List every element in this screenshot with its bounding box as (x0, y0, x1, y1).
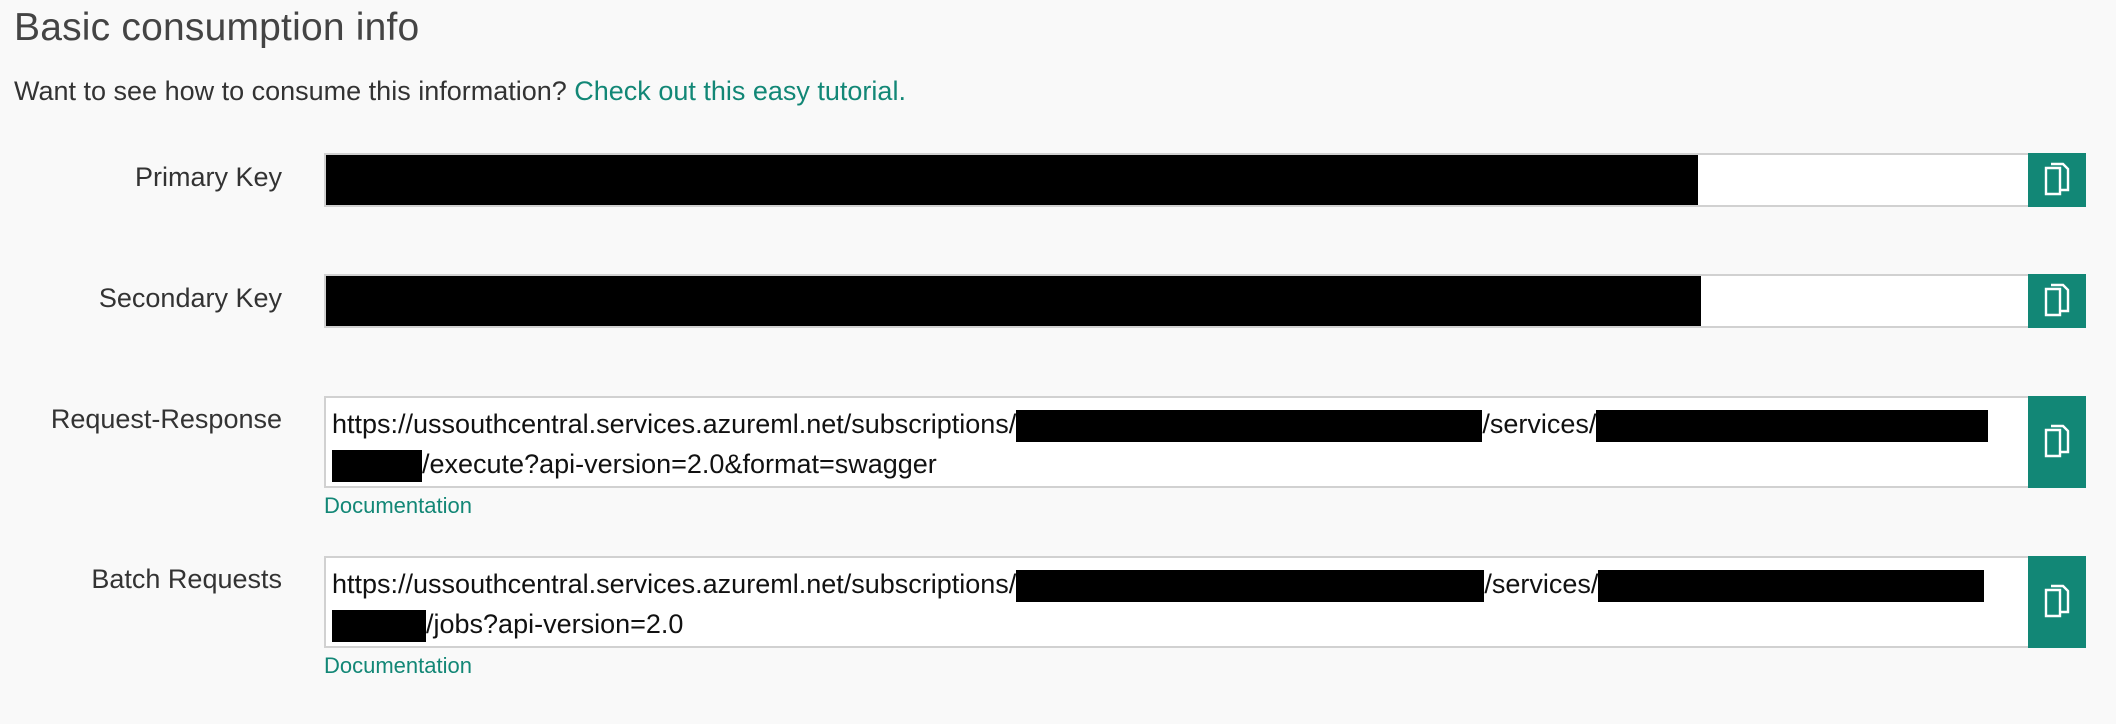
request-response-documentation-link[interactable]: Documentation (324, 493, 472, 519)
redacted-service-id-cont (332, 449, 422, 482)
copy-icon (2044, 283, 2070, 317)
consumption-info-panel: Basic consumption info Want to see how t… (0, 0, 2116, 724)
url-prefix: https://ussouthcentral.services.azureml.… (332, 409, 1017, 439)
batch-requests-label: Batch Requests (91, 564, 282, 594)
page-title: Basic consumption info (14, 6, 420, 49)
request-response-url-field[interactable]: https://ussouthcentral.services.azureml.… (324, 396, 2086, 488)
copy-primary-key-button[interactable] (2028, 153, 2086, 207)
intro-text: Want to see how to consume this informat… (14, 76, 575, 106)
secondary-key-field[interactable] (324, 274, 2086, 328)
copy-secondary-key-button[interactable] (2028, 274, 2086, 328)
batch-requests-url: https://ussouthcentral.services.azureml.… (332, 564, 2024, 644)
batch-requests-url-field[interactable]: https://ussouthcentral.services.azureml.… (324, 556, 2086, 648)
secondary-key-label: Secondary Key (98, 283, 282, 313)
copy-batch-requests-url-button[interactable] (2028, 556, 2086, 648)
copy-icon (2044, 584, 2070, 618)
request-response-label: Request-Response (50, 404, 282, 434)
url-prefix: https://ussouthcentral.services.azureml.… (332, 569, 1017, 599)
redacted-service-id (1596, 409, 1989, 442)
copy-request-response-url-button[interactable] (2028, 396, 2086, 488)
request-response-url: https://ussouthcentral.services.azureml.… (332, 404, 2024, 484)
redacted-subscription-id (1016, 409, 1483, 442)
primary-key-label: Primary Key (134, 162, 282, 192)
redacted-service-id-cont (332, 609, 426, 642)
redacted-service-id (1598, 569, 1985, 602)
url-mid: /services/ (1484, 569, 1599, 599)
url-suffix: /jobs?api-version=2.0 (426, 609, 684, 639)
url-suffix: /execute?api-version=2.0&format=swagger (422, 449, 937, 479)
copy-icon (2044, 424, 2070, 458)
url-mid: /services/ (1482, 409, 1597, 439)
redacted-subscription-id (1016, 569, 1485, 602)
batch-requests-documentation-link[interactable]: Documentation (324, 653, 472, 679)
tutorial-link[interactable]: Check out this easy tutorial. (574, 76, 906, 106)
copy-icon (2044, 162, 2070, 196)
primary-key-field[interactable] (324, 153, 2086, 207)
intro-line: Want to see how to consume this informat… (14, 76, 906, 107)
redacted-primary-key (326, 155, 1698, 205)
redacted-secondary-key (326, 276, 1701, 326)
